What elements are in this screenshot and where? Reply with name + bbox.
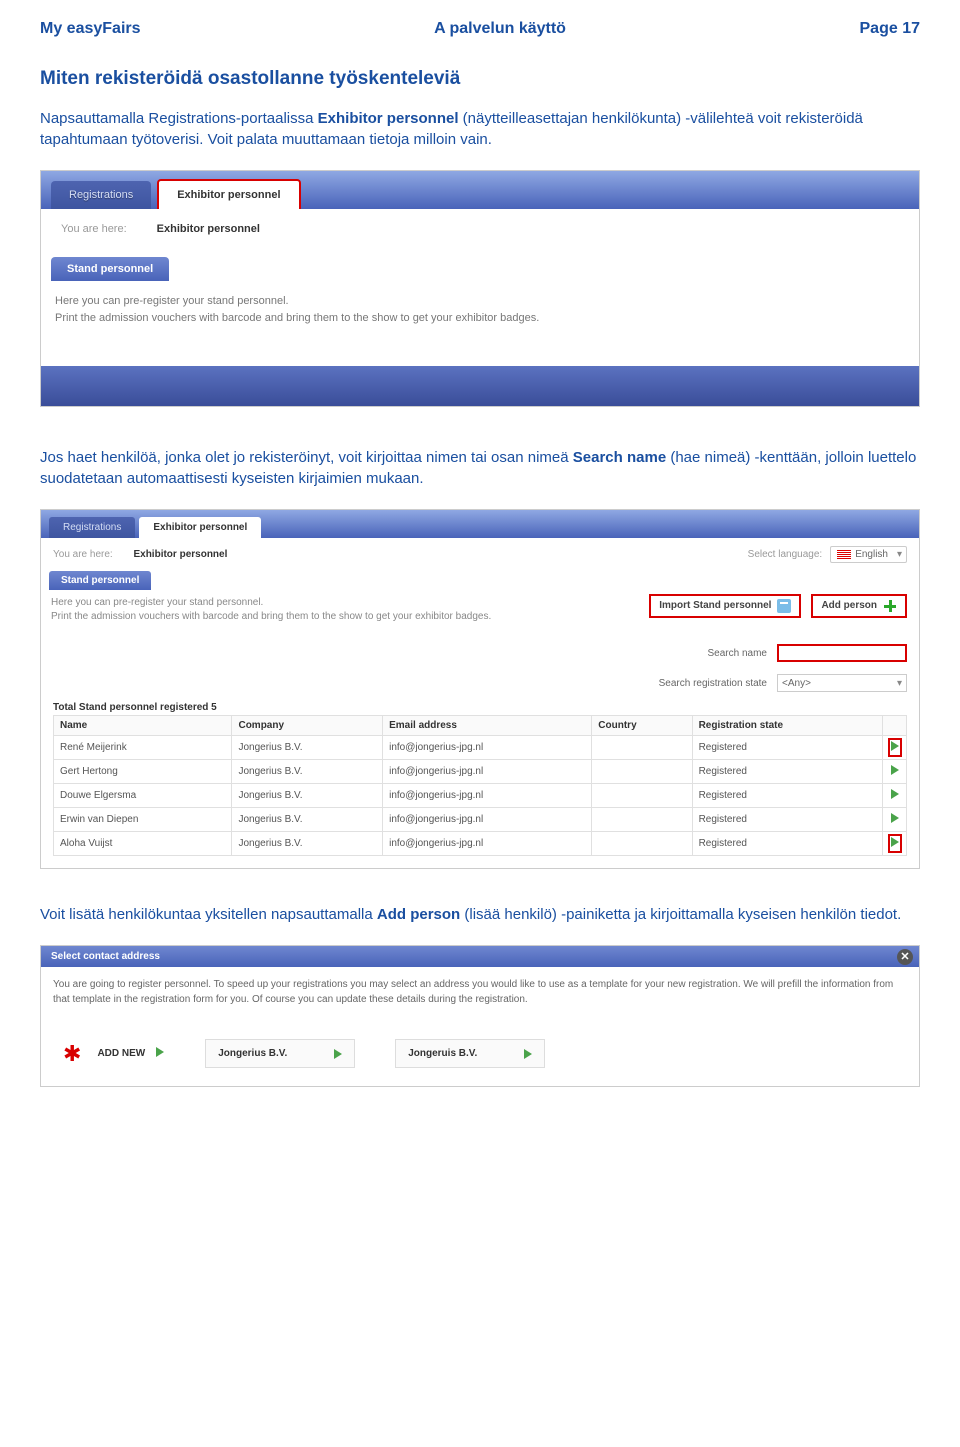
breadcrumb-label: You are here: bbox=[61, 223, 127, 235]
table-row: Aloha VuijstJongerius B.V.info@jongerius… bbox=[54, 832, 907, 856]
new-icon: ✱ bbox=[63, 1041, 81, 1067]
table-row: Douwe ElgersmaJongerius B.V.info@jongeri… bbox=[54, 784, 907, 808]
add-new-button[interactable] bbox=[155, 1046, 165, 1061]
arrow-right-icon bbox=[524, 1049, 532, 1059]
search-state-select[interactable]: <Any> bbox=[777, 674, 907, 692]
flag-en-icon bbox=[837, 550, 851, 559]
col-email: Email address bbox=[383, 716, 592, 736]
col-name: Name bbox=[54, 716, 232, 736]
hdr-center: A palvelun käyttö bbox=[434, 20, 566, 38]
search-name-input[interactable] bbox=[777, 644, 907, 662]
row-action-button[interactable] bbox=[890, 740, 900, 755]
import-stand-personnel-button[interactable]: Import Stand personnel bbox=[649, 594, 801, 618]
arrow-right-icon bbox=[891, 813, 899, 823]
dialog-body: You are going to register personnel. To … bbox=[41, 967, 919, 1031]
col-country: Country bbox=[592, 716, 692, 736]
tab-exhibitor-personnel[interactable]: Exhibitor personnel bbox=[139, 517, 261, 538]
subtab-stand-personnel[interactable]: Stand personnel bbox=[49, 571, 151, 590]
add-person-paragraph: Voit lisätä henkilökuntaa yksitellen nap… bbox=[40, 904, 920, 925]
info-line-2: Print the admission vouchers with barcod… bbox=[55, 310, 905, 327]
arrow-right-icon bbox=[891, 741, 899, 751]
row-action-button[interactable] bbox=[890, 836, 900, 851]
total-registered-label: Total Stand personnel registered 5 bbox=[41, 698, 919, 715]
screenshot-3: Select contact address ✕ You are going t… bbox=[40, 945, 920, 1087]
table-row: Erwin van DiepenJongerius B.V.info@jonge… bbox=[54, 808, 907, 832]
col-state: Registration state bbox=[692, 716, 882, 736]
row-action-button[interactable] bbox=[890, 764, 900, 779]
search-state-label: Search registration state bbox=[659, 678, 767, 689]
arrow-right-icon bbox=[334, 1049, 342, 1059]
info-line-1: Here you can pre-register your stand per… bbox=[55, 293, 905, 310]
table-row: Gert HertongJongerius B.V.info@jongerius… bbox=[54, 760, 907, 784]
row-action-button[interactable] bbox=[890, 788, 900, 803]
arrow-right-icon bbox=[891, 837, 899, 847]
table-row: René MeijerinkJongerius B.V.info@jongeri… bbox=[54, 736, 907, 760]
subtab-stand-personnel[interactable]: Stand personnel bbox=[51, 257, 169, 281]
col-company: Company bbox=[232, 716, 383, 736]
add-new-label: ADD NEW bbox=[97, 1048, 145, 1059]
address-card[interactable]: Jongerius B.V. bbox=[205, 1039, 355, 1068]
arrow-right-icon bbox=[891, 789, 899, 799]
intro-paragraph: Napsauttamalla Registrations-portaalissa… bbox=[40, 108, 920, 150]
breadcrumb-label: You are here: bbox=[53, 549, 113, 560]
tab-exhibitor-personnel[interactable]: Exhibitor personnel bbox=[157, 179, 300, 209]
hdr-left: My easyFairs bbox=[40, 20, 141, 38]
hdr-right: Page 17 bbox=[860, 20, 920, 38]
search-name-label: Search name bbox=[708, 648, 767, 659]
page-title: Miten rekisteröidä osastollanne työskent… bbox=[40, 68, 920, 90]
close-icon[interactable]: ✕ bbox=[897, 949, 913, 965]
dialog-title: Select contact address bbox=[51, 951, 160, 962]
arrow-right-icon bbox=[156, 1047, 164, 1057]
import-icon bbox=[777, 599, 791, 613]
screenshot-1: Registrations Exhibitor personnel You ar… bbox=[40, 170, 920, 407]
plus-icon bbox=[883, 599, 897, 613]
breadcrumb-value: Exhibitor personnel bbox=[133, 549, 227, 560]
address-card[interactable]: Jongeruis B.V. bbox=[395, 1039, 545, 1068]
language-select[interactable]: English bbox=[830, 546, 907, 563]
decorative-bar bbox=[41, 366, 919, 406]
search-paragraph: Jos haet henkilöä, jonka olet jo rekiste… bbox=[40, 447, 920, 489]
row-action-button[interactable] bbox=[890, 812, 900, 827]
add-person-button[interactable]: Add person bbox=[811, 594, 907, 618]
arrow-right-icon bbox=[891, 765, 899, 775]
tab-registrations[interactable]: Registrations bbox=[49, 517, 135, 538]
tab-registrations[interactable]: Registrations bbox=[51, 181, 151, 209]
language-label: Select language: bbox=[748, 549, 823, 560]
screenshot-2: Registrations Exhibitor personnel You ar… bbox=[40, 509, 920, 869]
breadcrumb-value: Exhibitor personnel bbox=[157, 223, 260, 235]
page-header: My easyFairs A palvelun käyttö Page 17 bbox=[40, 20, 920, 38]
personnel-table: Name Company Email address Country Regis… bbox=[53, 715, 907, 856]
